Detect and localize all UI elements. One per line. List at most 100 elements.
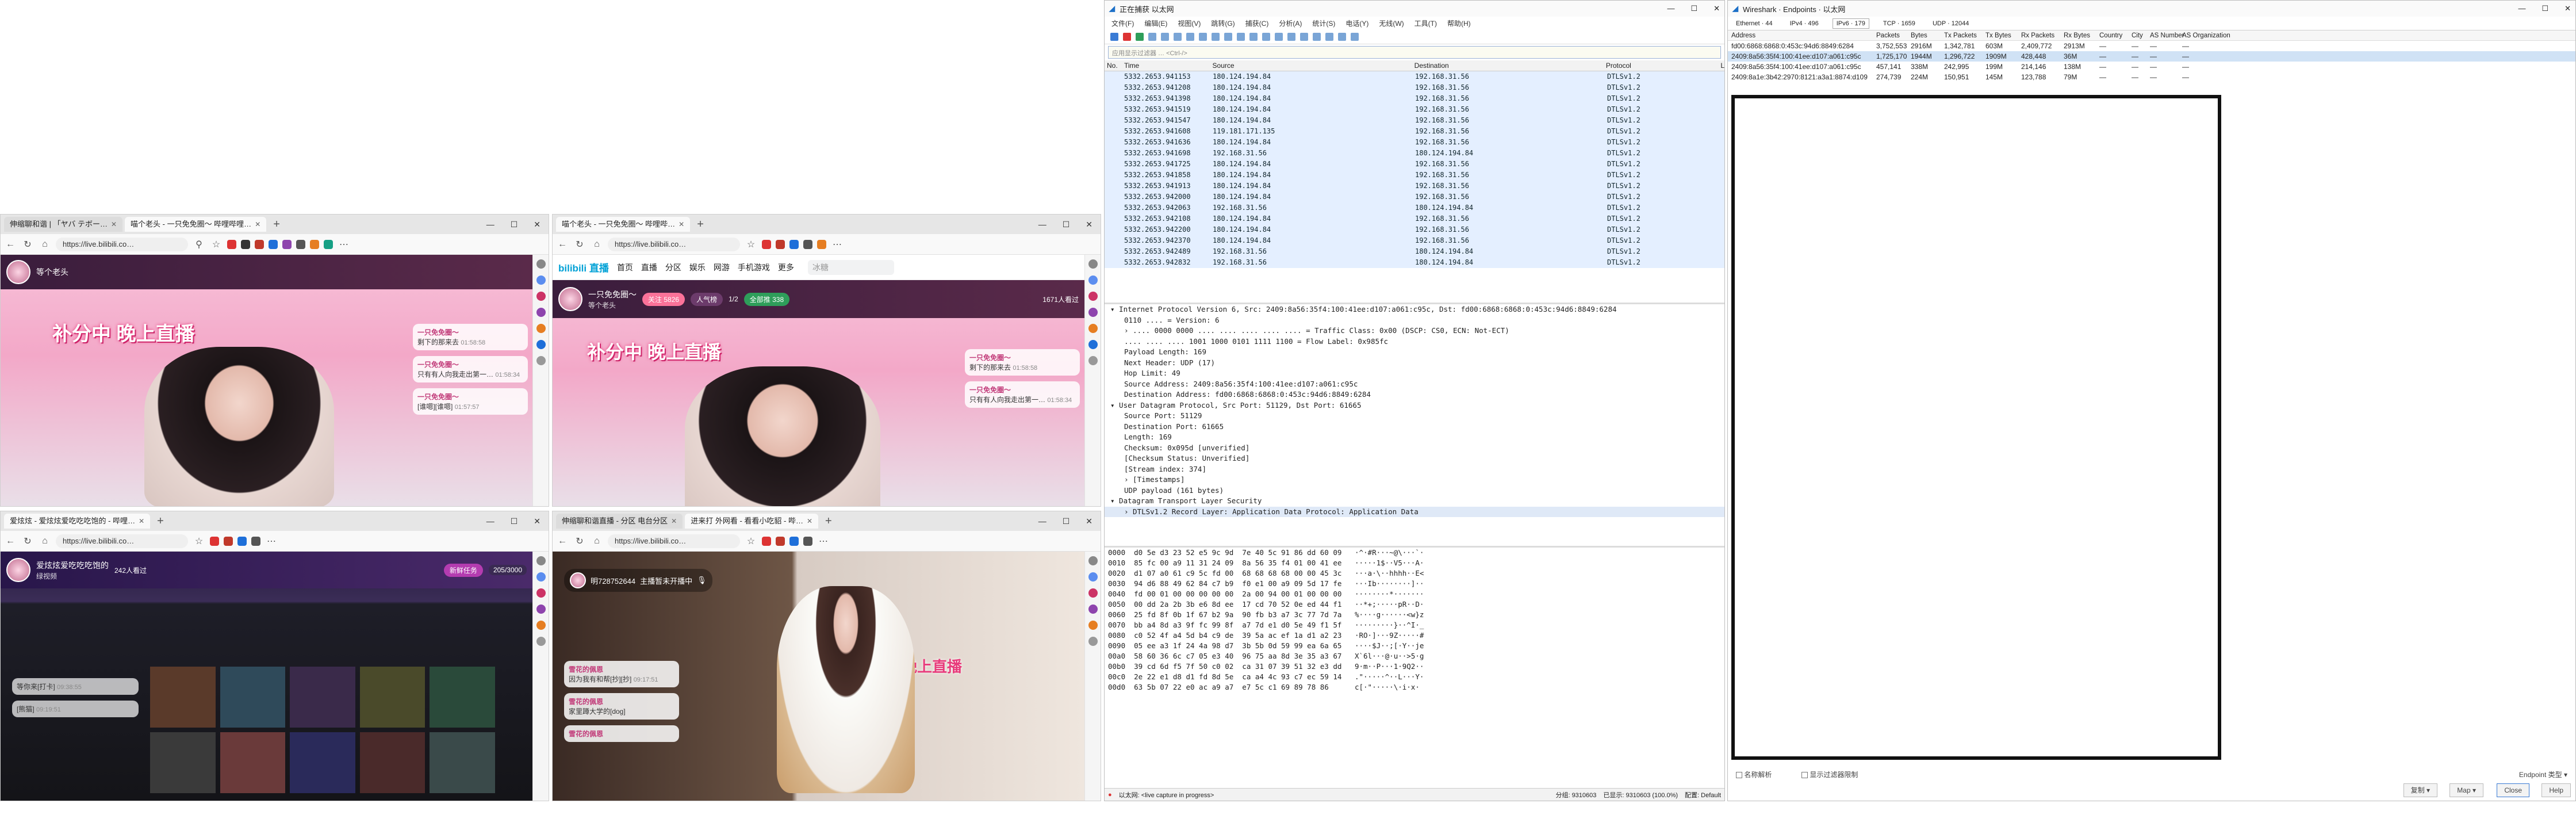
go-back-icon[interactable] [1224,32,1232,41]
close-icon[interactable]: ✕ [139,514,144,529]
column-header[interactable]: Destination [1414,60,1606,71]
hex-line[interactable]: 0010 85 fc 00 a9 11 31 24 09 8a 56 35 f4… [1105,558,1724,568]
favorite-icon[interactable]: ☆ [745,535,757,547]
menu-wireless[interactable]: 无线(W) [1379,18,1404,28]
close-window-icon[interactable]: ✕ [1713,4,1720,13]
extension-icon[interactable] [817,239,826,249]
map-button[interactable]: Map ▾ [2450,783,2483,797]
add-icon[interactable] [536,356,546,365]
office-icon[interactable] [536,621,546,630]
home-icon[interactable]: ⌂ [39,536,51,546]
go-to-packet-icon[interactable] [1249,32,1258,41]
nav-live[interactable]: 直播 [641,262,657,273]
more-icon[interactable]: ⋯ [817,535,830,547]
start-capture-icon[interactable] [1110,32,1118,41]
refresh-icon[interactable]: ↻ [573,535,586,547]
avatar[interactable] [6,558,30,582]
zoom-icon[interactable]: ⚲ [193,239,205,250]
extension-icon[interactable] [789,239,799,249]
detail-field[interactable]: Checksum: 0x095d [unverified] [1105,443,1724,454]
close-icon[interactable]: ✕ [255,217,260,232]
hex-line[interactable]: 0090 05 ee a3 1f 24 4a 98 d7 3b 5b 0d 59… [1105,641,1724,651]
zoom-reset-icon[interactable] [1338,32,1346,41]
favorite-icon[interactable]: ☆ [745,239,757,250]
minimize-icon[interactable]: — [486,220,494,229]
shopping-icon[interactable] [536,572,546,581]
browser-tab-active[interactable]: 喵个老头 - 一只免免圈～ 哔哩哔… ✕ [556,217,691,232]
column-header[interactable]: Tx Bytes [1985,30,2021,40]
menu-tools[interactable]: 工具(T) [1414,18,1437,28]
packet-row[interactable]: 5332.2653.941698 192.168.31.56 180.124.194… [1105,148,1724,159]
thumbnail[interactable] [359,732,425,793]
office-icon[interactable] [1088,621,1098,630]
colorize-icon[interactable] [1300,32,1308,41]
tab-ipv6[interactable]: IPv6 · 179 [1832,18,1869,29]
shopping-icon[interactable] [1088,572,1098,581]
nav-home[interactable]: 首页 [617,262,633,273]
packet-row[interactable]: 5332.2653.942063 192.168.31.56 180.124.194… [1105,202,1724,213]
menu-go[interactable]: 跳转(G) [1211,18,1235,28]
extension-icon[interactable] [255,239,264,249]
browser-tab-active[interactable]: 喵个老头 - 一只免免圈～ 哔哩哔哩… ✕ [125,217,267,232]
browser-tab[interactable]: 伸缩聊和谐 | 「ヤバ テボー… ✕ [4,217,123,232]
restart-capture-icon[interactable] [1136,32,1144,41]
search-input[interactable]: 冰糖 [807,259,894,275]
close-window-icon[interactable]: ✕ [2564,4,2571,13]
menu-edit[interactable]: 编辑(E) [1144,18,1167,28]
thumbnail[interactable] [220,667,286,728]
new-tab-icon[interactable]: + [152,515,168,528]
thumbnail[interactable] [150,732,216,793]
hex-line[interactable]: 00c0 2e 22 e1 d8 d1 fd 8d 5e ca a4 4c 93… [1105,672,1724,682]
close-icon[interactable]: ✕ [111,217,117,232]
detail-field[interactable]: Source Address: 2409:8a56:35f4:100:41ee:… [1105,379,1724,390]
column-header[interactable]: Source [1213,60,1414,71]
column-header[interactable]: Rx Packets [2021,30,2064,40]
nav-category[interactable]: 分区 [665,262,681,273]
column-header[interactable]: AS Number [2150,30,2184,40]
back-icon[interactable]: ← [556,239,569,250]
search-icon[interactable] [1088,556,1098,565]
search-icon[interactable] [536,556,546,565]
display-filter-input[interactable]: 应用显示过滤器 … <Ctrl-/> [1108,46,1721,59]
column-header[interactable]: Protocol [1606,60,1721,71]
maximize-icon[interactable]: ☐ [1690,4,1697,13]
refresh-icon[interactable]: ↻ [21,535,34,547]
games-icon[interactable] [1088,308,1098,317]
reload-icon[interactable] [1199,32,1207,41]
packet-row[interactable]: 5332.2653.942108 180.124.194.84 192.168.31… [1105,213,1724,224]
first-packet-icon[interactable] [1262,32,1270,41]
detail-field[interactable]: [Stream index: 374] [1105,464,1724,475]
address-bar[interactable]: https://live.bilibili.co… [56,534,188,548]
table-row[interactable]: 2409:8a56:35f4:100:41ee:d107:a061:c95c 45… [1728,62,2575,72]
hex-line[interactable]: 0050 00 dd 2a 2b 3b e6 8d ee 17 cd 70 52… [1105,599,1724,610]
detail-field[interactable]: UDP payload (161 bytes) [1105,485,1724,496]
maximize-icon[interactable]: ☐ [2542,4,2548,13]
task-badge[interactable]: 新鲜任务 [443,563,483,577]
table-row[interactable]: 2409:8a56:35f4:100:41ee:d107:a061:c95c 1,… [1728,51,2575,62]
hex-line[interactable]: 00b0 39 cd 6d f5 7f 50 c0 02 ca 31 07 39… [1105,661,1724,672]
stream-player[interactable]: 等个老头 补分中 晚上直播 一只免免圈～ 剩下的那来去 01:58:58 一只免免… [1,255,532,506]
column-header[interactable]: L [1720,60,1724,71]
detail-field[interactable]: .... .... .... 1001 1000 0101 1111 1100 … [1105,336,1724,347]
column-header[interactable]: AS Organization [2182,30,2245,40]
extension-icon[interactable] [227,239,236,249]
find-icon[interactable] [1212,32,1220,41]
hex-line[interactable]: 0030 94 d6 88 49 62 84 c7 b9 f0 e1 00 a9… [1105,579,1724,589]
packet-row[interactable]: 5332.2653.941913 180.124.194.84 192.168.31… [1105,181,1724,192]
column-header[interactable]: Tx Packets [1944,30,1985,40]
browser-tab-active[interactable]: 爱炫炫 - 爱炫炫爱吃吃吃饱的 - 哔哩… ✕ [4,514,151,529]
close-icon[interactable]: ✕ [807,514,812,529]
tab-tcp[interactable]: TCP · 1659 [1880,19,1919,28]
hex-line[interactable]: 0040 fd 00 01 00 00 00 00 00 2a 00 94 00… [1105,589,1724,599]
detail-field[interactable]: Source Port: 51129 [1105,411,1724,422]
open-file-icon[interactable] [1161,32,1169,41]
packet-row[interactable]: 5332.2653.941547 180.124.194.84 192.168.31… [1105,115,1724,126]
address-bar[interactable]: https://live.bilibili.co… [56,237,188,251]
menu-telephony[interactable]: 电话(Y) [1346,18,1368,28]
packet-row[interactable]: 5332.2653.941519 180.124.194.84 192.168.31… [1105,104,1724,115]
table-row[interactable]: 2409:8a1e:3b42:2970:8121:a3a1:8874:d109 2… [1728,72,2575,82]
thumbnail[interactable] [430,732,495,793]
avatar[interactable] [6,260,30,284]
bilibili-live-logo[interactable]: bilibili 直播 [558,260,609,274]
column-header[interactable]: Address [1728,30,1876,40]
